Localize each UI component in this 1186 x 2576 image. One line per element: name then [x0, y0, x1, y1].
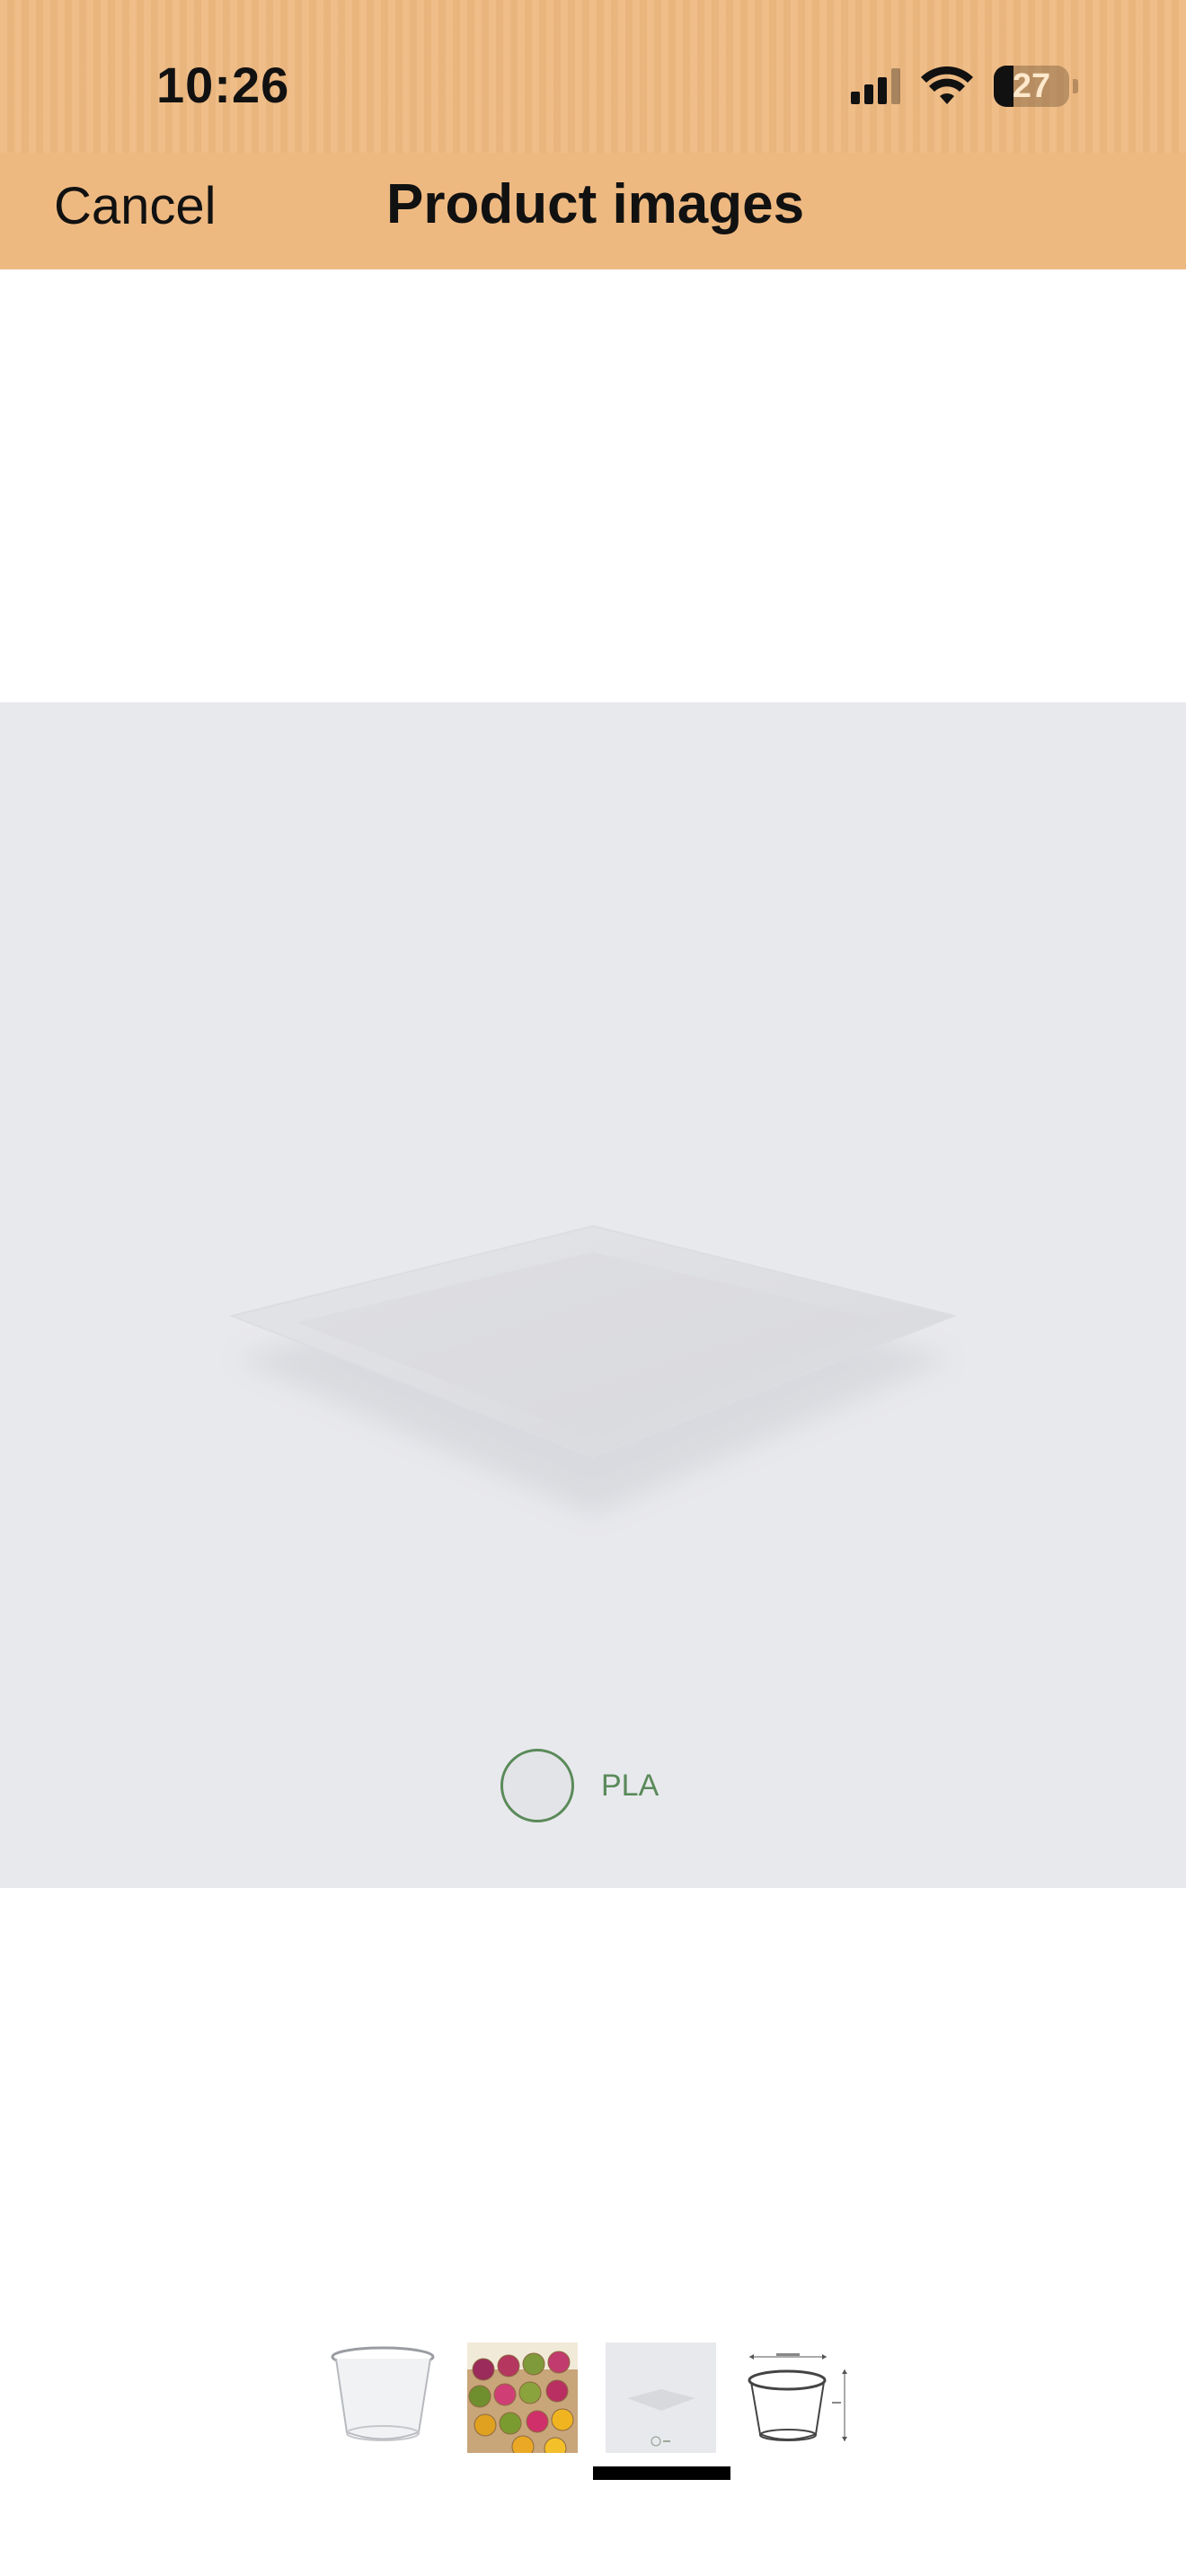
wifi-icon: [921, 66, 973, 104]
material-swatch: [500, 1749, 574, 1822]
material-label: PLA: [601, 1768, 659, 1803]
selected-thumbnail-indicator: [593, 2466, 730, 2480]
clear-cup-thumbnail[interactable]: [329, 2342, 439, 2453]
battery-cap: [1073, 79, 1078, 93]
status-time: 10:26: [156, 57, 290, 113]
page-title: Product images: [386, 173, 805, 235]
flat-lid-sheet-image: [228, 1224, 958, 1515]
battery-level: 27: [1012, 67, 1051, 105]
cup-dimensions-thumbnail[interactable]: [744, 2342, 854, 2453]
signal-icon: [851, 68, 900, 104]
battery-icon: 27: [994, 66, 1069, 107]
colorful-drinks-thumbnail[interactable]: [467, 2342, 578, 2453]
main-product-image[interactable]: [0, 702, 1186, 1888]
flat-lid-thumbnail[interactable]: [606, 2342, 716, 2453]
material-badge: PLA: [500, 1749, 659, 1822]
header-bar: 10:26 27 Cancel Product images: [0, 0, 1186, 269]
cancel-button[interactable]: Cancel: [54, 176, 217, 236]
status-icons: 27: [851, 63, 1078, 110]
thumbnail-strip: [329, 2342, 854, 2453]
